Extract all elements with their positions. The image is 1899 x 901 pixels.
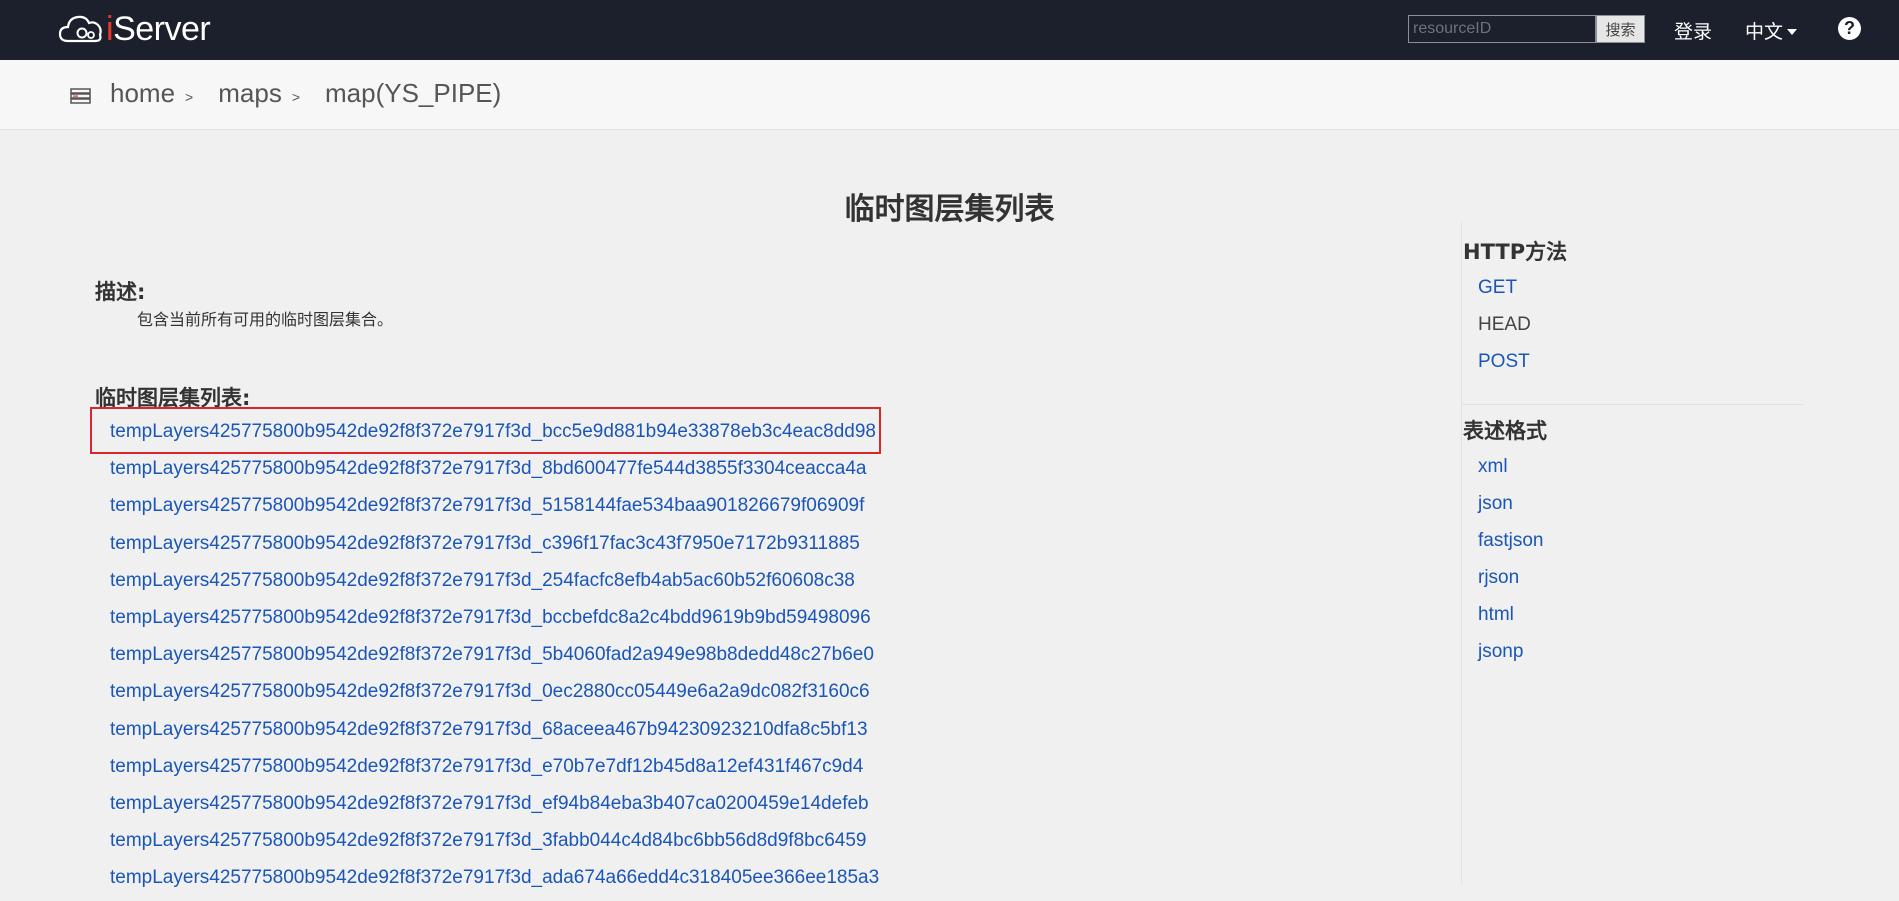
top-navbar: iServer 搜索 登录 中文 ? (0, 0, 1899, 60)
logo-letter-i: i (106, 10, 114, 48)
logo-text: iServer (106, 10, 211, 48)
format-list: xml json fastjson rjson html jsonp (1478, 454, 1543, 676)
temp-layer-list: tempLayers425775800b9542de92f8f372e7917f… (110, 418, 879, 901)
description-heading: 描述: (95, 280, 146, 304)
http-method-get[interactable]: GET (1478, 277, 1517, 298)
breadcrumb-home[interactable]: home (110, 78, 175, 109)
layer-list-heading: 临时图层集列表: (95, 386, 251, 410)
list-item: GET (1478, 275, 1531, 312)
list-item: tempLayers425775800b9542de92f8f372e7917f… (110, 455, 879, 492)
format-xml[interactable]: xml (1478, 456, 1508, 477)
format-rjson[interactable]: rjson (1478, 567, 1519, 588)
language-dropdown[interactable]: 中文 (1745, 17, 1798, 44)
temp-layer-link[interactable]: tempLayers425775800b9542de92f8f372e7917f… (110, 867, 879, 888)
list-item: fastjson (1478, 528, 1543, 565)
format-jsonp[interactable]: jsonp (1478, 641, 1523, 662)
temp-layer-link[interactable]: tempLayers425775800b9542de92f8f372e7917f… (110, 533, 860, 554)
list-item: tempLayers425775800b9542de92f8f372e7917f… (110, 716, 879, 753)
list-item: tempLayers425775800b9542de92f8f372e7917f… (110, 864, 879, 901)
temp-layer-link[interactable]: tempLayers425775800b9542de92f8f372e7917f… (110, 570, 855, 591)
list-item: tempLayers425775800b9542de92f8f372e7917f… (110, 492, 879, 529)
breadcrumb: home > maps > map(YS_PIPE) (110, 78, 501, 109)
help-icon[interactable]: ? (1838, 17, 1861, 40)
list-item: tempLayers425775800b9542de92f8f372e7917f… (110, 418, 879, 455)
server-stack-icon (70, 88, 91, 104)
login-link[interactable]: 登录 (1674, 17, 1712, 44)
breadcrumb-map[interactable]: map(YS_PIPE) (325, 78, 501, 109)
list-item: rjson (1478, 565, 1543, 602)
list-item: tempLayers425775800b9542de92f8f372e7917f… (110, 641, 879, 678)
http-method-post[interactable]: POST (1478, 351, 1530, 372)
search-button[interactable]: 搜索 (1596, 15, 1645, 43)
list-item: jsonp (1478, 639, 1543, 676)
format-json[interactable]: json (1478, 493, 1513, 514)
format-fastjson[interactable]: fastjson (1478, 530, 1543, 551)
format-html[interactable]: html (1478, 604, 1514, 625)
temp-layer-link[interactable]: tempLayers425775800b9542de92f8f372e7917f… (110, 495, 864, 516)
list-item: HEAD (1478, 312, 1531, 349)
temp-layer-link[interactable]: tempLayers425775800b9542de92f8f372e7917f… (110, 681, 870, 702)
language-label: 中文 (1745, 21, 1784, 43)
http-method-head: HEAD (1478, 314, 1531, 335)
list-item: tempLayers425775800b9542de92f8f372e7917f… (110, 678, 879, 715)
temp-layer-link[interactable]: tempLayers425775800b9542de92f8f372e7917f… (110, 421, 876, 442)
breadcrumb-bar: home > maps > map(YS_PIPE) (0, 60, 1899, 130)
sidebar-divider (1462, 404, 1804, 405)
logo-wordmark: Server (113, 10, 211, 48)
breadcrumb-separator: > (185, 89, 194, 105)
resource-id-input[interactable] (1408, 15, 1596, 43)
right-sidebar: HTTP方法 GET HEAD POST 表述格式 xml json fastj… (1461, 222, 1804, 884)
list-item: json (1478, 491, 1543, 528)
list-item: xml (1478, 454, 1543, 491)
list-item: tempLayers425775800b9542de92f8f372e7917f… (110, 790, 879, 827)
description-text: 包含当前所有可用的临时图层集合。 (137, 310, 394, 329)
breadcrumb-maps[interactable]: maps (218, 78, 282, 109)
temp-layer-link[interactable]: tempLayers425775800b9542de92f8f372e7917f… (110, 607, 871, 628)
formats-heading: 表述格式 (1463, 419, 1547, 443)
list-item: tempLayers425775800b9542de92f8f372e7917f… (110, 827, 879, 864)
cloud-logo-icon (58, 15, 102, 43)
temp-layer-link[interactable]: tempLayers425775800b9542de92f8f372e7917f… (110, 756, 863, 777)
temp-layer-link[interactable]: tempLayers425775800b9542de92f8f372e7917f… (110, 793, 869, 814)
list-item: tempLayers425775800b9542de92f8f372e7917f… (110, 604, 879, 641)
caret-down-icon (1787, 28, 1798, 35)
temp-layer-link[interactable]: tempLayers425775800b9542de92f8f372e7917f… (110, 644, 874, 665)
temp-layer-link[interactable]: tempLayers425775800b9542de92f8f372e7917f… (110, 458, 866, 479)
list-item: POST (1478, 349, 1531, 386)
breadcrumb-separator: > (291, 89, 300, 105)
list-item: tempLayers425775800b9542de92f8f372e7917f… (110, 567, 879, 604)
list-item: html (1478, 602, 1543, 639)
temp-layer-link[interactable]: tempLayers425775800b9542de92f8f372e7917f… (110, 719, 868, 740)
resource-search: 搜索 (1408, 15, 1645, 43)
http-methods-heading: HTTP方法 (1463, 240, 1568, 264)
http-method-list: GET HEAD POST (1478, 275, 1531, 386)
list-item: tempLayers425775800b9542de92f8f372e7917f… (110, 530, 879, 567)
list-item: tempLayers425775800b9542de92f8f372e7917f… (110, 753, 879, 790)
iserver-logo[interactable]: iServer (58, 10, 211, 48)
temp-layer-link[interactable]: tempLayers425775800b9542de92f8f372e7917f… (110, 830, 866, 851)
